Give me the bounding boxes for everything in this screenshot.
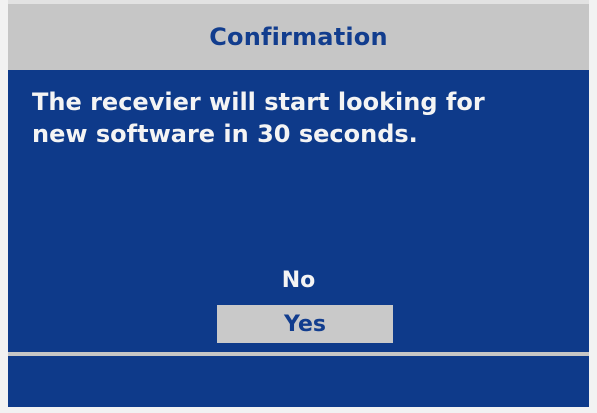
dialog-title: Confirmation <box>209 23 388 51</box>
dialog-footer <box>8 356 589 407</box>
yes-option[interactable]: Yes <box>217 305 393 343</box>
no-option[interactable]: No <box>8 268 589 293</box>
confirmation-dialog: Confirmation The recevier will start loo… <box>0 0 597 413</box>
dialog-title-bar: Confirmation <box>8 0 589 70</box>
dialog-message: The recevier will start looking for new … <box>32 88 485 148</box>
